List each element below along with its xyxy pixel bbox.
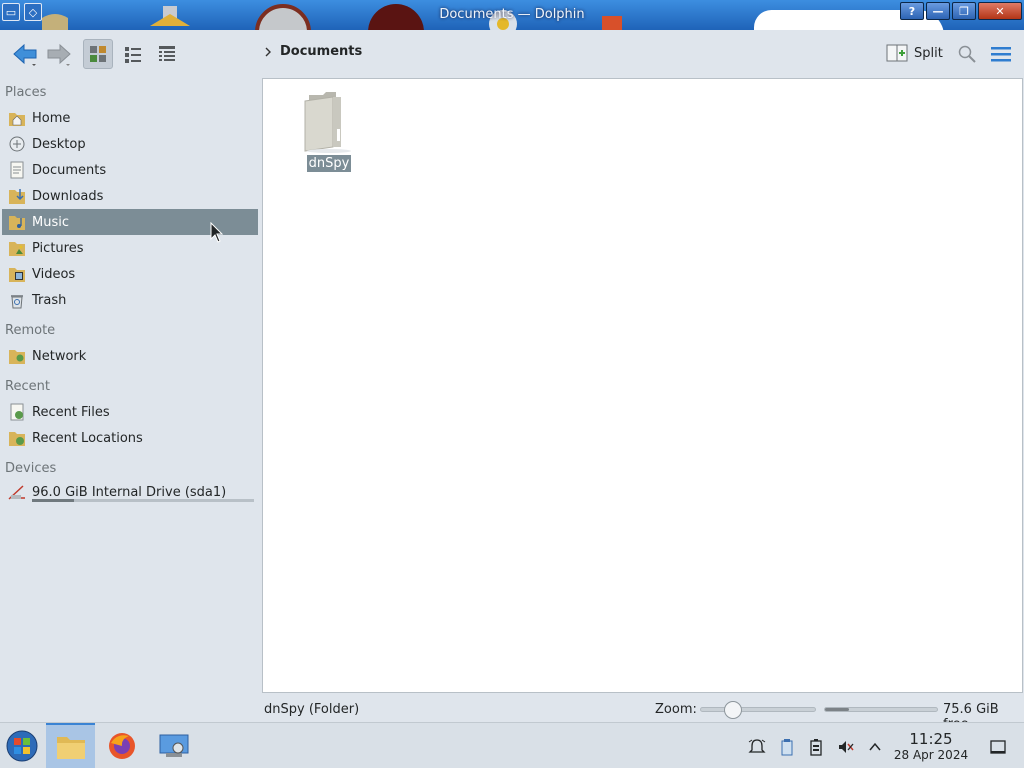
section-header-places: Places <box>5 85 47 100</box>
sidebar-item-label: Pictures <box>32 240 84 256</box>
section-header-recent: Recent <box>5 379 50 394</box>
sidebar-item-documents[interactable]: Documents <box>2 157 258 183</box>
minimize-button[interactable]: — <box>926 2 950 20</box>
selection-status: dnSpy (Folder) <box>264 702 360 717</box>
window-title: Documents — Dolphin <box>439 7 585 22</box>
icons-view-icon <box>90 46 106 62</box>
clipboard-icon[interactable] <box>777 737 797 757</box>
sidebar-item-label: Music <box>32 214 69 230</box>
folder-item-dnspy[interactable]: dnSpy <box>301 89 357 172</box>
drive-usage-fill <box>32 499 75 502</box>
system-settings-icon <box>159 734 189 757</box>
sidebar-item-label: Recent Locations <box>32 430 143 446</box>
sidebar-item-label: Recent Files <box>32 404 110 420</box>
details-view-button[interactable] <box>152 39 182 69</box>
videos-folder-icon <box>7 264 27 284</box>
drive-icon <box>7 482 27 502</box>
split-label: Split <box>914 45 943 61</box>
window-controls: ? — ❐ ✕ <box>900 2 1022 20</box>
hamburger-menu-icon <box>991 47 1011 62</box>
battery-icon[interactable] <box>806 737 826 757</box>
zoom-label: Zoom: <box>655 702 697 717</box>
zoom-slider[interactable] <box>700 701 816 719</box>
clock-date: 28 Apr 2024 <box>893 748 969 762</box>
close-button[interactable]: ✕ <box>978 2 1022 20</box>
folder-label: dnSpy <box>306 155 352 172</box>
sidebar-item-network[interactable]: Network <box>2 343 258 369</box>
desktop-folder-icon <box>7 134 27 154</box>
file-manager-icon <box>56 737 85 759</box>
maximize-button[interactable]: ❐ <box>952 2 976 20</box>
free-space-bar <box>824 707 938 712</box>
sidebar-item-desktop[interactable]: Desktop <box>2 131 258 157</box>
pictures-folder-icon <box>7 238 27 258</box>
taskbar-item-dolphin[interactable] <box>46 723 95 768</box>
sidebar-item-downloads[interactable]: Downloads <box>2 183 258 209</box>
sidebar-item-label: 96.0 GiB Internal Drive (sda1) <box>32 484 227 500</box>
clock[interactable]: 11:25 28 Apr 2024 <box>893 730 969 763</box>
taskbar: 11:25 28 Apr 2024 <box>0 722 1024 768</box>
file-view[interactable]: dnSpy <box>262 78 1023 693</box>
sidebar-item-videos[interactable]: Videos <box>2 261 258 287</box>
sidebar-item-label: Network <box>32 348 87 364</box>
help-button[interactable]: ? <box>900 2 924 20</box>
recent-locations-icon <box>7 428 27 448</box>
sidebar-item-label: Videos <box>32 266 76 282</box>
split-view-icon <box>886 44 908 62</box>
forward-arrow-icon <box>47 43 71 66</box>
sidebar-item-label: Documents <box>32 162 107 178</box>
breadcrumb[interactable]: Documents <box>264 44 362 59</box>
section-header-devices: Devices <box>5 461 57 476</box>
trash-icon <box>7 290 27 310</box>
drive-usage-bar <box>32 499 254 502</box>
sidebar-item-recent-files[interactable]: Recent Files <box>2 399 258 425</box>
window-titlebar[interactable]: ▭ ◇ Documents — Dolphin ? — ❐ ✕ <box>0 0 1024 30</box>
mouse-cursor-icon <box>210 222 224 243</box>
sidebar-item-label: Home <box>32 110 71 126</box>
sidebar-item-home[interactable]: Home <box>2 105 258 131</box>
home-folder-icon <box>7 108 27 128</box>
search-button[interactable] <box>956 39 978 69</box>
icons-view-button[interactable] <box>83 39 113 69</box>
split-button[interactable]: Split <box>886 43 943 63</box>
folder-icon <box>304 92 351 153</box>
documents-folder-icon <box>7 160 27 180</box>
places-panel: Places Home Desktop Documents Downloads … <box>0 78 262 698</box>
sidebar-item-label: Desktop <box>32 136 86 152</box>
details-view-icon <box>159 46 175 61</box>
main-toolbar: Documents Split <box>0 30 1024 78</box>
compact-view-button[interactable] <box>118 39 148 69</box>
network-folder-icon <box>7 346 27 366</box>
sidebar-item-label: Downloads <box>32 188 104 204</box>
start-orb-icon <box>6 730 38 762</box>
section-header-remote: Remote <box>5 323 56 338</box>
chevron-up-icon[interactable] <box>865 737 885 757</box>
sidebar-item-trash[interactable]: Trash <box>2 287 258 313</box>
forward-button[interactable] <box>44 39 74 69</box>
search-icon <box>958 45 976 63</box>
firefox-icon <box>109 733 135 759</box>
taskbar-item-system-settings[interactable] <box>152 723 196 768</box>
recent-files-icon <box>7 402 27 422</box>
sidebar-item-recent-locations[interactable]: Recent Locations <box>2 425 258 451</box>
notifications-icon[interactable] <box>747 737 767 757</box>
downloads-folder-icon <box>7 186 27 206</box>
clock-time: 11:25 <box>909 730 953 748</box>
status-bar: dnSpy (Folder) Zoom: 75.6 GiB free <box>0 697 1024 732</box>
breadcrumb-item-documents[interactable]: Documents <box>280 44 362 59</box>
sidebar-item-label: Trash <box>32 292 67 308</box>
zoom-slider-handle[interactable] <box>724 701 743 719</box>
hamburger-menu-button[interactable] <box>988 39 1014 69</box>
compact-view-icon <box>125 47 141 63</box>
used-space-fill <box>825 708 849 711</box>
back-arrow-icon <box>13 43 37 66</box>
start-menu-button[interactable] <box>0 723 44 768</box>
chevron-right-icon <box>265 47 271 56</box>
show-desktop-icon[interactable] <box>988 737 1008 757</box>
music-folder-icon <box>7 212 27 232</box>
volume-muted-icon[interactable] <box>836 737 856 757</box>
back-button[interactable] <box>10 39 40 69</box>
taskbar-item-firefox[interactable] <box>100 723 144 768</box>
